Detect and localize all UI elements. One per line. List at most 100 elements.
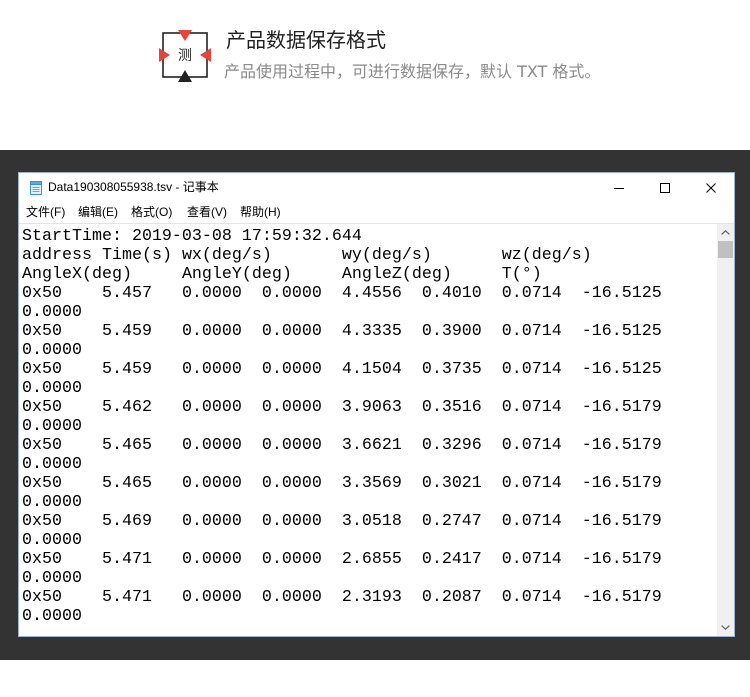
text-line: 0x50 5.459 0.0000 0.0000 4.1504 0.3735 0… xyxy=(22,360,717,379)
section-subtitle: 产品使用过程中，可进行数据保存，默认 TXT 格式。 xyxy=(224,62,601,81)
text-cell: 0.0714 xyxy=(501,512,562,531)
menu-format[interactable]: 格式(O) xyxy=(125,202,178,223)
text-content: StartTime: 2019-03-08 17:59:32.644 addres… xyxy=(22,227,717,636)
text-cell: 0.0000 xyxy=(181,588,242,607)
text-cell: 0x50 xyxy=(22,550,62,569)
text-cell: Time(s) xyxy=(101,246,172,265)
text-line: 0.0000 xyxy=(22,607,717,626)
text-cell: 0.0714 xyxy=(501,474,562,493)
text-cell: 0x50 xyxy=(22,588,62,607)
notepad-window: Data190308055938.tsv - 记事本 文件(F) 编辑(E) 格… xyxy=(18,172,735,637)
text-cell: 0x50 xyxy=(22,512,62,531)
text-cell: 0.0714 xyxy=(501,360,562,379)
text-line: 0x50 5.457 0.0000 0.0000 4.4556 0.4010 0… xyxy=(22,284,717,303)
menu-edit[interactable]: 编辑(E) xyxy=(72,202,124,223)
text-cell: -16.5125 xyxy=(581,284,662,303)
text-cell: 0.0000 xyxy=(22,341,82,360)
scroll-up-button[interactable] xyxy=(717,224,734,241)
text-line: 0x50 5.462 0.0000 0.0000 3.9063 0.3516 0… xyxy=(22,398,717,417)
text-cell: 0.3021 xyxy=(421,474,482,493)
text-line: 0.0000 xyxy=(22,531,717,550)
text-line: 0.0000 xyxy=(22,417,717,436)
text-cell: 0.3900 xyxy=(421,322,482,341)
badge-top-triangle xyxy=(178,30,192,41)
text-cell: wy(deg/s) xyxy=(341,246,432,265)
text-cell: 5.457 xyxy=(101,284,152,303)
text-cell: 0.0000 xyxy=(261,360,322,379)
minimize-icon xyxy=(614,187,624,189)
close-icon xyxy=(706,182,716,193)
text-cell: -16.5179 xyxy=(581,588,662,607)
text-editor[interactable]: StartTime: 2019-03-08 17:59:32.644 addres… xyxy=(19,223,734,636)
text-cell: 0.0000 xyxy=(181,360,242,379)
notepad-icon[interactable] xyxy=(28,180,44,196)
text-cell: 0.0000 xyxy=(181,284,242,303)
vertical-scrollbar[interactable] xyxy=(717,224,734,636)
minimize-button[interactable] xyxy=(596,173,642,202)
text-cell: -16.5125 xyxy=(581,322,662,341)
window-title: Data190308055938.tsv - 记事本 xyxy=(48,180,219,194)
text-cell: address xyxy=(22,246,92,265)
close-button[interactable] xyxy=(688,173,734,202)
text-cell: 0.0000 xyxy=(22,417,82,436)
text-cell: T(°) xyxy=(501,265,542,284)
text-cell: 5.469 xyxy=(101,512,152,531)
section-title: 产品数据保存格式 xyxy=(226,28,386,52)
text-cell: 4.3335 xyxy=(341,322,402,341)
text-line: 0x50 5.465 0.0000 0.0000 3.3569 0.3021 0… xyxy=(22,474,717,493)
text-cell: 3.0518 xyxy=(341,512,402,531)
text-cell: 0.0000 xyxy=(181,474,242,493)
text-cell: -16.5179 xyxy=(581,436,662,455)
text-cell: 0.0000 xyxy=(181,322,242,341)
text-cell: 0x50 xyxy=(22,322,62,341)
text-cell: 0.0000 xyxy=(22,493,82,512)
title-bar[interactable]: Data190308055938.tsv - 记事本 xyxy=(19,173,734,202)
text-cell: 0.0000 xyxy=(22,379,82,398)
text-cell: wz(deg/s) xyxy=(501,246,592,265)
text-line: 0.0000 xyxy=(22,379,717,398)
text-line: 0.0000 xyxy=(22,455,717,474)
menu-view[interactable]: 查看(V) xyxy=(181,202,233,223)
badge-bottom-triangle xyxy=(178,70,192,82)
text-cell: AngleZ(deg) xyxy=(341,265,452,284)
text-cell: -16.5179 xyxy=(581,550,662,569)
text-cell: 0.0714 xyxy=(501,588,562,607)
menu-file[interactable]: 文件(F) xyxy=(20,202,71,223)
text-cell: 0.0000 xyxy=(261,550,322,569)
text-line: StartTime: 2019-03-08 17:59:32.644 xyxy=(22,227,717,246)
text-cell: -16.5179 xyxy=(581,512,662,531)
text-cell: 0.2747 xyxy=(421,512,482,531)
scroll-down-button[interactable] xyxy=(717,619,734,636)
text-cell: 0.3296 xyxy=(421,436,482,455)
text-cell: 0.0000 xyxy=(261,322,322,341)
text-cell: 0x50 xyxy=(22,284,62,303)
text-cell: StartTime: 2019-03-08 17:59:32.644 xyxy=(22,227,362,246)
text-cell: 0.0714 xyxy=(501,436,562,455)
text-line: AngleX(deg) AngleY(deg) AngleZ(deg) T(°) xyxy=(22,265,717,284)
maximize-icon xyxy=(660,182,670,193)
text-cell: 0x50 xyxy=(22,474,62,493)
text-cell: 0.3516 xyxy=(421,398,482,417)
menu-bar: 文件(F) 编辑(E) 格式(O) 查看(V) 帮助(H) xyxy=(19,202,734,223)
text-cell: 0.0000 xyxy=(22,455,82,474)
text-cell: 0.0000 xyxy=(181,436,242,455)
text-cell: 0.0714 xyxy=(501,550,562,569)
text-cell: 0.0714 xyxy=(501,322,562,341)
text-cell: 0.0000 xyxy=(181,550,242,569)
text-cell: 2.3193 xyxy=(341,588,402,607)
menu-help[interactable]: 帮助(H) xyxy=(234,202,287,223)
text-cell: 0.0000 xyxy=(181,398,242,417)
text-line: 0x50 5.469 0.0000 0.0000 3.0518 0.2747 0… xyxy=(22,512,717,531)
text-line: 0x50 5.471 0.0000 0.0000 2.3193 0.2087 0… xyxy=(22,588,717,607)
scroll-thumb[interactable] xyxy=(718,241,733,258)
text-line: 0.0000 xyxy=(22,569,717,588)
text-cell: AngleX(deg) xyxy=(22,265,132,284)
text-cell: 3.9063 xyxy=(341,398,402,417)
maximize-button[interactable] xyxy=(642,173,688,202)
text-cell: 0.2417 xyxy=(421,550,482,569)
badge-label: 测 xyxy=(178,48,192,64)
text-cell: 0.4010 xyxy=(421,284,482,303)
text-cell: 3.6621 xyxy=(341,436,402,455)
text-line: address Time(s) wx(deg/s) wy(deg/s) wz(d… xyxy=(22,246,717,265)
text-cell: 0.0714 xyxy=(501,398,562,417)
